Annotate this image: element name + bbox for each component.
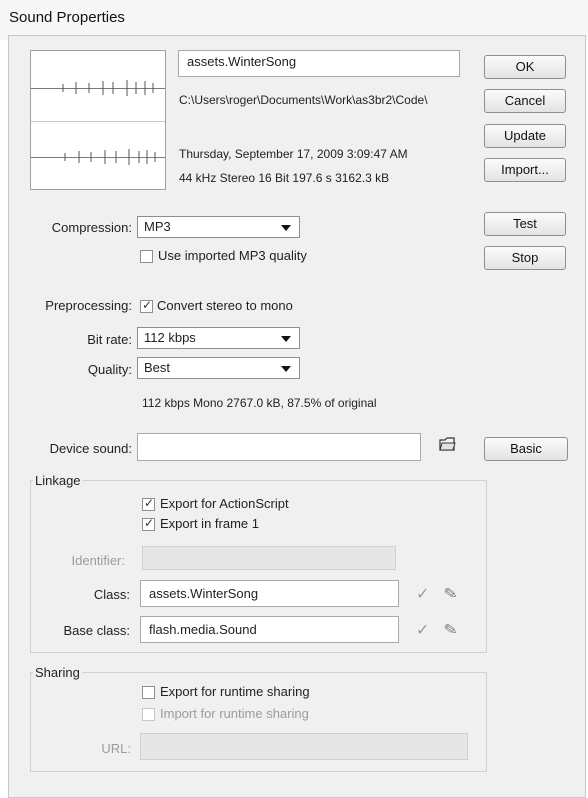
waveform-preview <box>30 50 166 190</box>
file-path: C:\Users\roger\Documents\Work\as3br2\Cod… <box>179 93 428 107</box>
export-frame1-label: Export in frame 1 <box>160 516 259 531</box>
identifier-label: Identifier: <box>71 553 125 568</box>
chevron-down-icon <box>281 336 291 342</box>
url-label: URL: <box>101 741 131 756</box>
check-icon[interactable]: ✓ <box>416 584 429 604</box>
bitrate-value: 112 kbps <box>144 330 196 345</box>
import-button[interactable]: Import... <box>484 158 566 182</box>
use-imported-quality-checkbox[interactable] <box>140 250 153 263</box>
file-info: 44 kHz Stereo 16 Bit 197.6 s 3162.3 kB <box>179 171 390 185</box>
class-field[interactable]: assets.WinterSong <box>140 580 399 607</box>
export-actionscript-label: Export for ActionScript <box>160 496 289 511</box>
compression-value: MP3 <box>144 219 171 234</box>
stop-button[interactable]: Stop <box>484 246 566 270</box>
folder-icon[interactable] <box>439 436 457 452</box>
quality-value: Best <box>144 360 171 375</box>
quality-select[interactable]: Best <box>137 357 300 379</box>
import-runtime-checkbox <box>142 708 155 721</box>
identifier-field <box>142 546 396 570</box>
class-label: Class: <box>93 587 130 602</box>
export-runtime-checkbox[interactable] <box>142 686 155 699</box>
compression-select[interactable]: MP3 <box>137 216 300 238</box>
compression-label: Compression: <box>51 220 132 235</box>
cancel-button[interactable]: Cancel <box>484 89 566 113</box>
export-actionscript-checkbox[interactable] <box>142 496 155 511</box>
chevron-down-icon <box>281 225 291 231</box>
export-runtime-label: Export for runtime sharing <box>160 684 310 699</box>
title-bar: Sound Properties <box>0 0 588 40</box>
bitrate-select[interactable]: 112 kbps <box>137 327 300 349</box>
update-button[interactable]: Update <box>484 124 566 148</box>
compression-summary: 112 kbps Mono 2767.0 kB, 87.5% of origin… <box>142 396 377 410</box>
waveform-graphic <box>62 80 156 165</box>
convert-mono-label: Convert stereo to mono <box>157 298 293 313</box>
import-runtime-label: Import for runtime sharing <box>160 706 309 721</box>
window-title: Sound Properties <box>9 9 125 26</box>
url-field <box>140 733 468 760</box>
quality-label: Quality: <box>87 362 132 377</box>
preprocessing-label: Preprocessing: <box>45 298 132 313</box>
chevron-down-icon <box>281 366 291 372</box>
use-imported-quality-label: Use imported MP3 quality <box>158 248 307 263</box>
bitrate-label: Bit rate: <box>87 332 132 347</box>
base-class-label: Base class: <box>63 623 130 638</box>
device-sound-field[interactable] <box>137 433 421 461</box>
sound-name-field[interactable]: assets.WinterSong <box>178 50 460 77</box>
ok-button[interactable]: OK <box>484 55 566 79</box>
file-date: Thursday, September 17, 2009 3:09:47 AM <box>179 147 408 161</box>
basic-button[interactable]: Basic <box>484 437 568 461</box>
convert-mono-checkbox[interactable] <box>140 298 153 313</box>
export-frame1-checkbox[interactable] <box>142 516 155 531</box>
sharing-title: Sharing <box>33 665 82 680</box>
linkage-title: Linkage <box>33 473 83 488</box>
check-icon[interactable]: ✓ <box>416 620 429 640</box>
base-class-field[interactable]: flash.media.Sound <box>140 616 399 643</box>
device-sound-label: Device sound: <box>49 441 132 456</box>
test-button[interactable]: Test <box>484 212 566 236</box>
